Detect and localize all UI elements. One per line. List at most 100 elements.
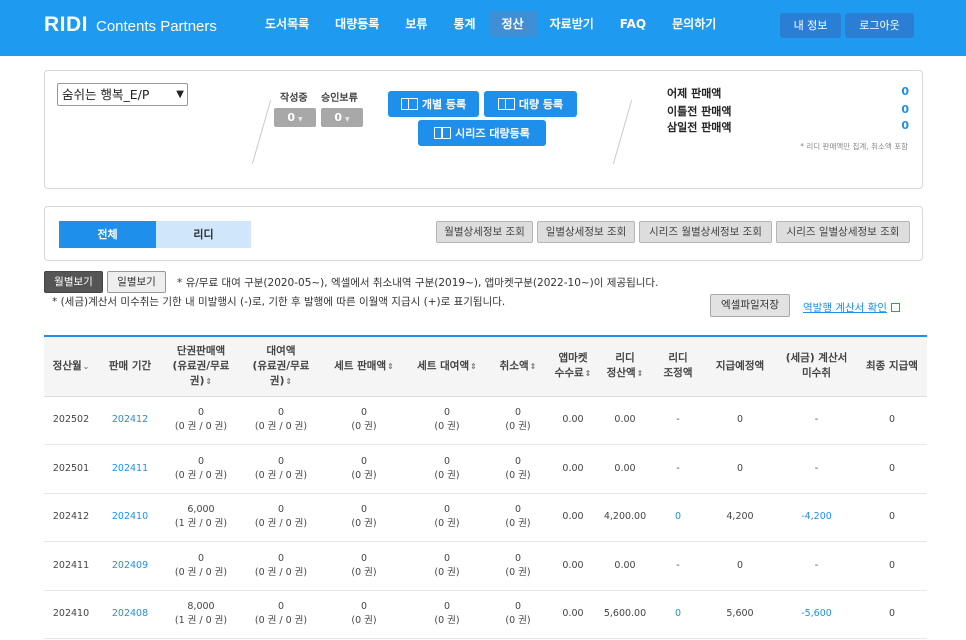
logout-button[interactable]: 로그아웃 bbox=[845, 13, 914, 38]
col-settlement-month[interactable]: 정산월⌄ bbox=[44, 335, 98, 397]
daily-detail-button[interactable]: 일별상세정보 조회 bbox=[537, 221, 635, 243]
ridi-logo[interactable]: RIDI Contents Partners bbox=[44, 13, 217, 37]
cell-rental: 0 (0 권 / 0 권) bbox=[240, 493, 322, 542]
col-set-rental[interactable]: 세트 대여액⇕ bbox=[406, 335, 488, 397]
col-sales-period: 판매 기간 bbox=[98, 335, 162, 397]
col-ridi-settlement[interactable]: 리디 정산액⇕ bbox=[598, 335, 652, 397]
cell-sales-period-link[interactable]: 202408 bbox=[98, 590, 162, 639]
cell-appmarket-fee: 0.00 bbox=[548, 444, 598, 494]
sort-icon: ⇕ bbox=[470, 361, 477, 371]
nav-settlement[interactable]: 정산 bbox=[488, 11, 537, 37]
cell-appmarket-fee: 0.00 bbox=[548, 590, 598, 639]
logo-sub-text: Contents Partners bbox=[96, 18, 217, 35]
cell-final-payment: 0 bbox=[857, 444, 927, 494]
col-appmarket-fee[interactable]: 앱마켓 수수료⇕ bbox=[548, 335, 598, 397]
nav-faq[interactable]: FAQ bbox=[607, 11, 659, 37]
approval-hold-count[interactable]: 0 ▼ bbox=[321, 108, 363, 127]
divider bbox=[251, 100, 272, 164]
nav-bulk-register[interactable]: 대량등록 bbox=[322, 11, 392, 37]
sort-icon: ⌄ bbox=[82, 361, 90, 371]
cell-ridi-settlement: 0.00 bbox=[598, 541, 652, 591]
sales-note: * 리디 판매액만 집계, 취소액 포함 bbox=[800, 142, 908, 151]
individual-register-button[interactable]: 개별 등록 bbox=[388, 91, 479, 117]
series-bulk-register-label: 시리즈 대량등록 bbox=[455, 127, 530, 140]
settlement-table: 정산월⌄ 판매 기간 단권판매액 (유료권/무료 권)⇕ 대여액 (유료권/무료… bbox=[44, 335, 927, 639]
notice-text-2: * (세금)계산서 미수취는 기한 내 미발행시 (-)로, 기한 후 발행에 … bbox=[52, 296, 506, 308]
cell-set-sales: 0 (0 권) bbox=[322, 493, 406, 542]
cell-expected-payment: 0 bbox=[704, 396, 776, 445]
sales-2days-label: 이틀전 판매액 bbox=[667, 105, 732, 118]
cell-settlement-month: 202502 bbox=[44, 396, 98, 445]
table-header-row: 정산월⌄ 판매 기간 단권판매액 (유료권/무료 권)⇕ 대여액 (유료권/무료… bbox=[44, 335, 927, 397]
bulk-register-button[interactable]: 대량 등록 bbox=[484, 91, 577, 117]
col-expected-payment: 지급예정액 bbox=[704, 335, 776, 397]
cell-invoice-not-received: - bbox=[776, 396, 857, 445]
nav-book-list[interactable]: 도서목록 bbox=[252, 11, 322, 37]
bulk-register-label: 대량 등록 bbox=[518, 98, 564, 111]
cell-final-payment: 0 bbox=[857, 590, 927, 639]
chevron-down-icon: ▼ bbox=[345, 116, 350, 123]
cell-invoice-not-received[interactable]: -5,600 bbox=[776, 590, 857, 639]
col-set-sales[interactable]: 세트 판매액⇕ bbox=[322, 335, 406, 397]
cell-rental: 0 (0 권 / 0 권) bbox=[240, 590, 322, 639]
external-link-icon bbox=[890, 303, 900, 312]
cell-set-sales: 0 (0 권) bbox=[322, 444, 406, 494]
cell-sales-period-link[interactable]: 202411 bbox=[98, 444, 162, 494]
writing-label: 작성중 bbox=[280, 93, 308, 104]
cell-invoice-not-received[interactable]: -4,200 bbox=[776, 493, 857, 542]
excel-save-button[interactable]: 엑셀파일저장 bbox=[710, 294, 790, 317]
cell-set-sales: 0 (0 권) bbox=[322, 541, 406, 591]
nav-inquiry[interactable]: 문의하기 bbox=[659, 11, 729, 37]
book-icon bbox=[497, 98, 515, 110]
cell-sales-period-link[interactable]: 202409 bbox=[98, 541, 162, 591]
cell-ridi-adjustment: - bbox=[652, 444, 704, 494]
nav-stats[interactable]: 통계 bbox=[440, 11, 488, 37]
col-rental[interactable]: 대여액 (유료권/무료 권)⇕ bbox=[240, 335, 322, 397]
approval-hold-label: 승인보류 bbox=[321, 93, 358, 104]
cell-sales-period-link[interactable]: 202410 bbox=[98, 493, 162, 542]
cell-expected-payment: 4,200 bbox=[704, 493, 776, 542]
series-daily-detail-button[interactable]: 시리즈 일별상세정보 조회 bbox=[776, 221, 910, 243]
cell-cancellation: 0 (0 권) bbox=[488, 396, 548, 445]
sort-icon: ⇕ bbox=[285, 376, 293, 386]
cell-ridi-adjustment-link[interactable]: 0 bbox=[652, 493, 704, 542]
monthly-detail-button[interactable]: 월별상세정보 조회 bbox=[436, 221, 533, 243]
cell-single-sales: 0 (0 권 / 0 권) bbox=[162, 444, 240, 494]
cell-expected-payment: 5,600 bbox=[704, 590, 776, 639]
sales-3days-value: 0 bbox=[901, 119, 909, 132]
cell-settlement-month: 202410 bbox=[44, 590, 98, 639]
cell-ridi-settlement: 5,600.00 bbox=[598, 590, 652, 639]
tab-ridi[interactable]: 리디 bbox=[156, 221, 251, 248]
table-row: 202502 202412 0 (0 권 / 0 권) 0 (0 권 / 0 권… bbox=[44, 396, 927, 445]
summary-panel: 숨쉬는 행복_E/P ▼ 작성중 0 ▼ 승인보류 0 ▼ 개별 등록 대량 등록 … bbox=[44, 70, 923, 189]
series-bulk-register-button[interactable]: 시리즈 대량등록 bbox=[418, 120, 546, 146]
my-info-button[interactable]: 내 정보 bbox=[780, 13, 841, 38]
cell-expected-payment: 0 bbox=[704, 541, 776, 591]
cell-sales-period-link[interactable]: 202412 bbox=[98, 396, 162, 445]
reverse-invoice-label: 역발행 계산서 확인 bbox=[803, 302, 887, 314]
book-select[interactable]: 숨쉬는 행복_E/P ▼ bbox=[57, 83, 188, 106]
sort-icon: ⇕ bbox=[205, 376, 213, 386]
cell-rental: 0 (0 권 / 0 권) bbox=[240, 444, 322, 494]
nav-hold[interactable]: 보류 bbox=[392, 11, 440, 37]
sales-2days-value: 0 bbox=[901, 103, 909, 116]
cell-appmarket-fee: 0.00 bbox=[548, 493, 598, 542]
table-row: 202411 202409 0 (0 권 / 0 권) 0 (0 권 / 0 권… bbox=[44, 541, 927, 591]
cell-cancellation: 0 (0 권) bbox=[488, 444, 548, 494]
nav-downloads[interactable]: 자료받기 bbox=[537, 11, 607, 37]
top-header: RIDI Contents Partners 도서목록 대량등록 보류 통계 정… bbox=[0, 0, 966, 56]
table-row: 202410 202408 8,000 (1 권 / 0 권) 0 (0 권 /… bbox=[44, 590, 927, 639]
tab-all[interactable]: 전체 bbox=[59, 221, 156, 248]
col-single-sales[interactable]: 단권판매액 (유료권/무료 권)⇕ bbox=[162, 335, 240, 397]
daily-view-button[interactable]: 일별보기 bbox=[107, 271, 166, 293]
reverse-invoice-link[interactable]: 역발행 계산서 확인 bbox=[803, 300, 900, 315]
monthly-view-button[interactable]: 월별보기 bbox=[44, 271, 103, 293]
cell-ridi-adjustment-link[interactable]: 0 bbox=[652, 590, 704, 639]
writing-count[interactable]: 0 ▼ bbox=[274, 108, 316, 127]
cell-final-payment: 0 bbox=[857, 396, 927, 445]
series-monthly-detail-button[interactable]: 시리즈 월별상세정보 조회 bbox=[639, 221, 772, 243]
book-icon bbox=[434, 127, 452, 139]
sales-yesterday-label: 어제 판매액 bbox=[667, 87, 722, 100]
chevron-down-icon: ▼ bbox=[298, 116, 303, 123]
col-cancellation[interactable]: 취소액⇕ bbox=[488, 335, 548, 397]
